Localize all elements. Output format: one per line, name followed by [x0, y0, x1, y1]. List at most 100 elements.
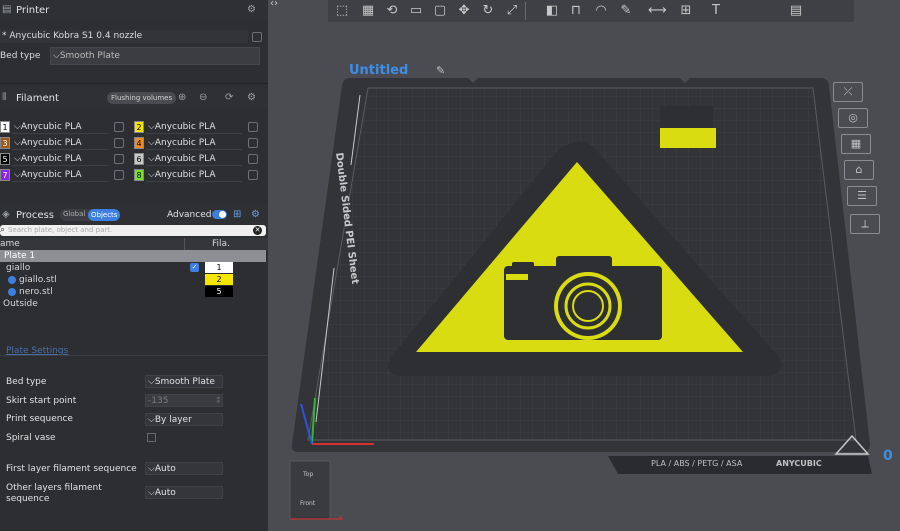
ps-bed-type-select[interactable]: ⌵Smooth Plate	[145, 375, 223, 388]
plate-title: Untitled	[349, 63, 409, 78]
other-layers-label-2: sequence	[6, 494, 50, 504]
advanced-toggle[interactable]	[212, 210, 227, 219]
print-sequence-value: By layer	[154, 415, 192, 425]
auto-layout-icon[interactable]: ⟂	[850, 214, 880, 234]
bed-type-value: Smooth Plate	[59, 51, 120, 61]
column-name: ame	[0, 239, 20, 249]
filament-color-chip[interactable]: 8	[134, 169, 144, 181]
other-layers-value: Auto	[154, 488, 176, 498]
process-compare-icon[interactable]: ⊞	[233, 210, 241, 220]
filament-color-chip[interactable]: 3	[0, 137, 10, 149]
filament-color-chip[interactable]: 2	[134, 121, 144, 133]
slice-plate-icon[interactable]: ▦	[841, 134, 871, 154]
filament-select[interactable]: ⌵Anycubic PLA	[146, 137, 242, 150]
camera-top	[556, 256, 612, 270]
search-input[interactable]: ⌕ Search plate, object and part. ✕	[0, 225, 266, 236]
skirt-input[interactable]: -135 ⁑	[145, 394, 223, 407]
filament-select[interactable]: ⌵Anycubic PLA	[146, 153, 242, 166]
printer-header[interactable]: ▤ Printer ⚙	[0, 0, 268, 20]
part-name: nero.stl	[19, 287, 53, 297]
bed-type-select[interactable]: ⌵Smooth Plate	[50, 47, 260, 65]
filament-select[interactable]: ⌵Anycubic PLA	[12, 137, 108, 150]
spiral-vase-checkbox[interactable]	[147, 433, 156, 442]
plate-label: Plate 1	[4, 251, 36, 261]
lock-icon[interactable]: ⌂	[844, 160, 874, 180]
chevron-down-icon: ⌵	[148, 170, 155, 180]
filament-color-chip[interactable]: 6	[134, 153, 144, 165]
divider	[0, 355, 268, 356]
filament-name: Anycubic PLA	[154, 170, 216, 180]
chevron-down-icon: ⌵	[148, 122, 155, 132]
flushing-volumes-button[interactable]: Flushing volumes	[107, 92, 177, 104]
global-tab[interactable]: Global	[63, 210, 85, 218]
plate-settings-icon[interactable]: ☰	[847, 186, 877, 206]
filament-color-chip[interactable]: 5	[0, 153, 10, 165]
filament-select[interactable]: ⌵Anycubic PLA	[146, 121, 242, 134]
filament-select[interactable]: ⌵Anycubic PLA	[12, 169, 108, 182]
brand-label: ANYCUBIC	[776, 459, 822, 468]
chevron-down-icon: ⌵	[14, 170, 21, 180]
part-icon	[8, 276, 16, 284]
filament-edit-icon[interactable]	[114, 170, 124, 180]
filament-header[interactable]: ⦀ Filament Flushing volumes ⊕ ⊖ ⟳ ⚙	[0, 88, 268, 108]
chevron-down-icon: ⌵	[14, 122, 21, 132]
objects-tab[interactable]: Objects	[88, 209, 121, 221]
add-filament-icon[interactable]: ⊕	[178, 93, 186, 103]
filament-icon: ⦀	[2, 92, 7, 103]
filament-edit-icon[interactable]	[114, 154, 124, 164]
filament-name: Anycubic PLA	[154, 154, 216, 164]
filament-edit-icon[interactable]	[114, 122, 124, 132]
object-checkbox[interactable]: ✓	[190, 263, 199, 272]
column-divider	[184, 238, 185, 250]
filament-edit-icon[interactable]	[114, 138, 124, 148]
filament-select[interactable]: ⌵Anycubic PLA	[146, 169, 242, 182]
plate-row[interactable]: Plate 1	[0, 250, 266, 262]
chevron-down-icon: ⌵	[148, 154, 155, 164]
print-sequence-label: Print sequence	[6, 414, 73, 424]
process-settings-icon[interactable]: ⚙	[251, 210, 260, 220]
edit-plate-name-icon[interactable]: ✎	[436, 64, 445, 77]
chevron-down-icon: ⌵	[148, 138, 155, 148]
filament-name: Anycubic PLA	[20, 170, 82, 180]
print-sequence-select[interactable]: ⌵By layer	[145, 413, 223, 426]
remove-filament-icon[interactable]: ⊖	[199, 93, 207, 103]
printer-select[interactable]: * Anycubic Kobra S1 0.4 nozzle	[0, 30, 248, 43]
process-icon: ◈	[2, 209, 10, 220]
filament-edit-icon[interactable]	[248, 154, 258, 164]
first-layer-select[interactable]: ⌵Auto	[145, 462, 223, 475]
camera-slot	[506, 274, 528, 280]
plate-scene	[289, 78, 872, 520]
clear-search-icon[interactable]: ✕	[253, 226, 262, 235]
printer-settings-icon[interactable]: ⚙	[247, 5, 256, 15]
skirt-label: Skirt start point	[6, 396, 77, 406]
column-fila: Fila.	[212, 239, 230, 249]
cube-top-label: Top	[303, 471, 314, 478]
filament-edit-icon[interactable]	[248, 122, 258, 132]
filament-select[interactable]: ⌵Anycubic PLA	[12, 153, 108, 166]
arrange-icon[interactable]: ⤫	[833, 82, 863, 102]
orient-icon[interactable]: ◎	[838, 108, 868, 128]
ps-bed-type-value: Smooth Plate	[154, 377, 215, 387]
printer-icon: ▤	[2, 4, 12, 15]
printer-edit-icon[interactable]	[252, 32, 262, 42]
filament-color-chip[interactable]: 1	[0, 121, 10, 133]
filament-select[interactable]: ⌵Anycubic PLA	[12, 121, 108, 134]
filament-color-chip[interactable]: 4	[134, 137, 144, 149]
3d-viewport[interactable]: ‹› ⬚ ▦ ⟲ ▭ ▢ ✥ ↻ ⤢ ◧ ⊓ ◠ ✎ ⟷ ⊞ T ▤ Untit…	[268, 0, 900, 531]
filament-edit-icon[interactable]	[248, 138, 258, 148]
filament-edit-icon[interactable]	[248, 170, 258, 180]
other-layers-select[interactable]: ⌵Auto	[145, 486, 223, 499]
view-cube[interactable]	[289, 460, 331, 520]
wipe-tower-top	[660, 106, 713, 130]
advanced-label: Advanced	[167, 210, 212, 220]
fila-cell[interactable]: 5	[205, 286, 233, 297]
filament-settings-icon[interactable]: ⚙	[247, 93, 256, 103]
bed-type-label: Bed type	[0, 51, 41, 61]
process-header[interactable]: ◈ Process Global Objects Advanced ⊞ ⚙	[0, 205, 268, 225]
sync-filament-icon[interactable]: ⟳	[225, 93, 233, 103]
fila-cell[interactable]: 1	[205, 262, 233, 273]
fila-cell[interactable]: 2	[205, 274, 233, 285]
filament-color-chip[interactable]: 7	[0, 169, 10, 181]
outside-label: Outside	[3, 299, 38, 309]
object-name: giallo	[6, 263, 31, 273]
